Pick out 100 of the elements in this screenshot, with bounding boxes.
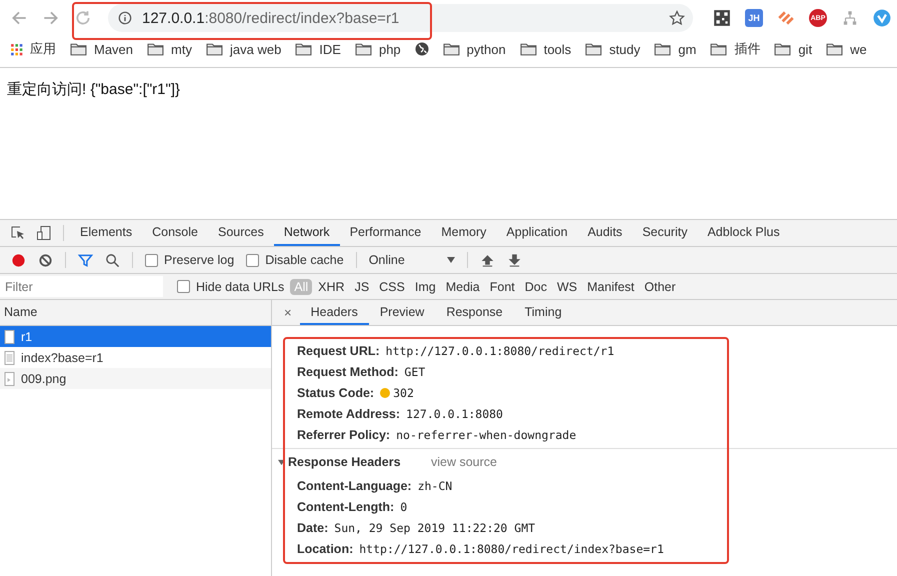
bookmark-label: study (609, 42, 640, 56)
devtools-tab[interactable]: Audits (578, 220, 632, 246)
download-icon[interactable] (506, 252, 522, 268)
checkbox-option[interactable]: Hide data URLs (177, 280, 284, 294)
request-row[interactable]: index?base=r1 (0, 347, 271, 368)
upload-icon[interactable] (480, 252, 495, 268)
bookmark-folder[interactable]: Maven (70, 42, 134, 56)
header-value: 127.0.0.1:8080 (406, 406, 503, 420)
type-filter[interactable]: Img (410, 278, 440, 294)
device-icon[interactable] (36, 225, 52, 241)
header-name: Location: (297, 542, 354, 556)
check-icon[interactable] (873, 9, 891, 27)
bookmark-label: we (850, 42, 867, 56)
type-filter[interactable]: Doc (520, 278, 551, 294)
clear-icon[interactable] (38, 252, 53, 268)
bookmark-folder[interactable]: php (354, 42, 401, 56)
apps-bookmark[interactable]: 应用 (10, 40, 56, 58)
view-source-link[interactable]: view source (431, 455, 497, 469)
devtools-tab[interactable]: Sources (208, 220, 274, 246)
devtools-tab[interactable]: Adblock Plus (697, 220, 790, 246)
expand-triangle-icon[interactable] (278, 458, 285, 466)
bookmark-label: gm (678, 42, 696, 56)
close-button[interactable]: × (276, 300, 300, 325)
folder-icon (147, 42, 164, 56)
checkbox-option[interactable]: Disable cache (246, 253, 344, 267)
folder-icon (710, 42, 728, 56)
record-icon[interactable] (11, 252, 26, 268)
extension-icon[interactable]: JH (745, 9, 763, 27)
bookmark-label: IDE (319, 42, 341, 56)
type-filter[interactable]: XHR (314, 278, 349, 294)
star-icon[interactable] (669, 10, 685, 26)
type-filter[interactable]: Other (640, 278, 680, 294)
bookmark-folder[interactable]: java web (206, 42, 282, 56)
bookmark-folder[interactable]: tools (520, 42, 572, 56)
devtools-tab[interactable]: Security (632, 220, 698, 246)
address-bar[interactable]: 127.0.0.1:8080/redirect/index?base=r1 (108, 4, 693, 32)
folder-icon (774, 42, 792, 56)
section-title: Response Headers (288, 455, 402, 469)
checkbox[interactable] (145, 254, 158, 266)
bookmark-folder[interactable]: python (442, 42, 506, 56)
apps-grid-icon (10, 42, 23, 56)
bookmark-folder[interactable]: study (585, 42, 640, 56)
bookmark-folder[interactable]: mty (147, 42, 192, 56)
devtools-tab[interactable]: Memory (431, 220, 496, 246)
header-name: Status Code: (297, 386, 374, 400)
checkbox[interactable] (177, 280, 190, 293)
folder-icon (654, 42, 672, 56)
bookmark-folder[interactable]: gm (654, 42, 696, 56)
request-row[interactable]: 009.png (0, 368, 271, 389)
checkbox-label: Hide data URLs (196, 280, 284, 294)
header-value: http://127.0.0.1:8080/redirect/index?base=r1 (359, 542, 664, 556)
caret-icon (446, 257, 455, 263)
devtools-tab[interactable]: Application (496, 220, 578, 246)
type-filter[interactable]: JS (350, 278, 374, 294)
header-value: no-referrer-when-downgrade (396, 428, 576, 442)
checkbox-option[interactable]: Preserve log (145, 253, 234, 267)
header-name: Request URL: (297, 344, 380, 358)
bookmark-folder[interactable]: we (826, 42, 867, 56)
document-icon (4, 330, 15, 344)
hierarchy-icon[interactable] (841, 9, 859, 27)
bookmark-folder[interactable]: IDE (295, 42, 341, 56)
devtools-tab[interactable]: Elements (70, 220, 142, 246)
type-filter[interactable]: Font (486, 278, 519, 294)
bookmark-label: python (466, 42, 506, 56)
header-value: 302 (393, 386, 414, 400)
header-name: Remote Address: (297, 406, 400, 420)
type-filter[interactable]: Media (442, 278, 484, 294)
folder-icon (442, 42, 460, 56)
bookmark-label: java web (230, 42, 282, 56)
detail-tab[interactable]: Timing (514, 300, 573, 325)
request-row[interactable]: r1 (0, 326, 271, 347)
devtools-tab[interactable]: Performance (340, 220, 432, 246)
detail-tab[interactable]: Preview (368, 300, 436, 325)
qr-code-icon[interactable] (713, 9, 731, 27)
column-header: Name (0, 300, 271, 326)
devtools-tab[interactable]: Console (142, 220, 208, 246)
filter-field[interactable]: Filter (0, 276, 163, 297)
bookmark-label: mty (171, 42, 192, 56)
inspect-icon[interactable] (10, 225, 26, 241)
type-filter[interactable]: Manifest (583, 278, 638, 294)
type-filter[interactable]: CSS (375, 278, 409, 294)
checkbox[interactable] (246, 254, 260, 266)
type-filter[interactable]: WS (553, 278, 582, 294)
back-icon[interactable] (10, 9, 28, 27)
search-icon[interactable] (105, 252, 120, 268)
filter-icon[interactable] (78, 252, 93, 268)
stripes-icon[interactable] (777, 9, 795, 27)
folder-icon (826, 42, 844, 56)
bookmark-label: 应用 (30, 40, 56, 58)
document-icon (4, 350, 15, 364)
forward-icon[interactable] (42, 9, 60, 27)
bookmark-folder[interactable]: git (774, 42, 812, 56)
detail-tab[interactable]: Headers (300, 300, 369, 325)
detail-tab[interactable]: Response (435, 300, 514, 325)
globe-icon[interactable] (414, 42, 429, 56)
folder-icon (520, 42, 537, 56)
url-text: 127.0.0.1:8080/redirect/index?base=r1 (142, 10, 400, 26)
throttling-dropdown[interactable]: Online (362, 253, 461, 267)
bookmark-folder[interactable]: 插件 (710, 40, 760, 58)
header-value: 0 (400, 500, 408, 514)
